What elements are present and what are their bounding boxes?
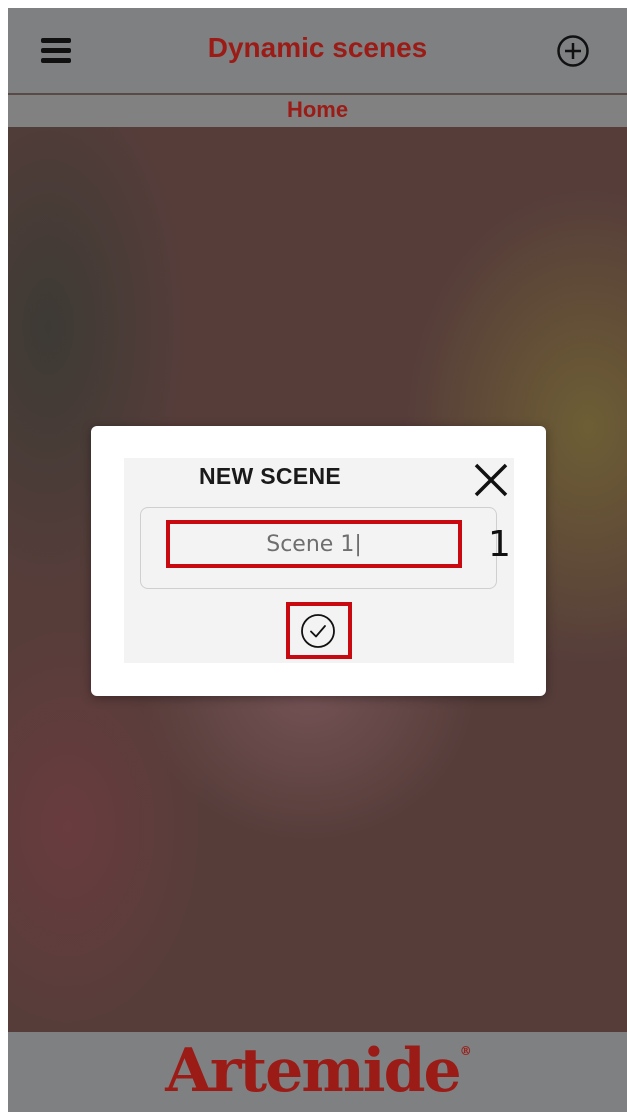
dialog-title: NEW SCENE <box>199 463 341 489</box>
page-title: Dynamic scenes <box>207 32 428 63</box>
step-marker: 1 <box>488 524 511 565</box>
breadcrumb[interactable]: Home <box>8 97 627 123</box>
breadcrumb-bar: Home <box>8 95 627 127</box>
close-icon[interactable] <box>471 460 511 500</box>
confirm-highlight-box <box>286 602 352 659</box>
confirm-button[interactable] <box>300 613 336 649</box>
footer-bar: Artemide® <box>8 1032 627 1112</box>
registered-mark: ® <box>459 1044 472 1058</box>
brand-logo: Artemide® <box>8 1036 627 1106</box>
check-circle-icon <box>301 614 335 648</box>
input-highlight-box <box>166 520 462 568</box>
new-scene-dialog: NEW SCENE 1 <box>91 426 546 696</box>
scene-name-input[interactable] <box>174 528 454 560</box>
brand-logo-text: Artemide <box>165 1036 461 1106</box>
top-bar: Dynamic scenes <box>8 8 627 95</box>
add-scene-icon[interactable] <box>556 34 590 68</box>
